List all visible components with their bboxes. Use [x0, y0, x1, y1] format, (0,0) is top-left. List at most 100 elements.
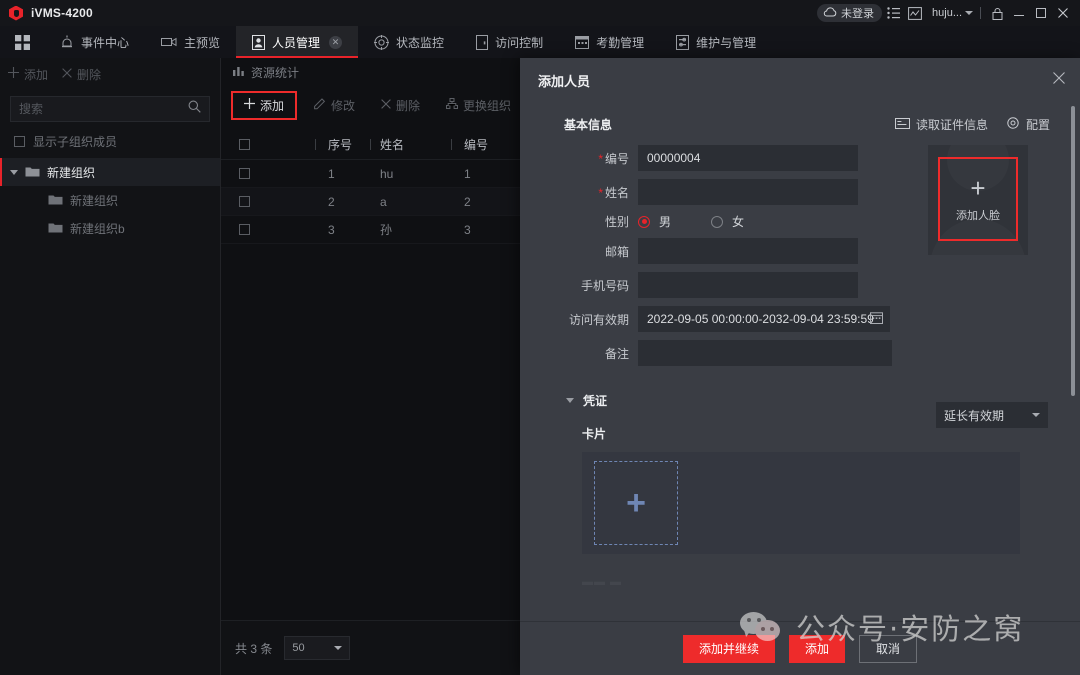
app-logo-icon	[9, 5, 23, 21]
person-delete-button[interactable]: 删除	[372, 92, 429, 119]
config-label: 配置	[1025, 118, 1050, 132]
row-select-cell[interactable]	[221, 196, 267, 207]
person-add-button[interactable]: 添加	[231, 90, 297, 120]
divider	[980, 7, 981, 19]
face-photo-box[interactable]: + 添加人脸	[928, 145, 1028, 255]
folder-icon	[48, 221, 63, 236]
pagination-bar: 共 3 条 50	[221, 620, 520, 675]
tab-event-center[interactable]: 事件中心	[44, 26, 145, 58]
name-input[interactable]	[638, 179, 858, 205]
app-grid-icon[interactable]	[0, 26, 44, 58]
tab-close-icon[interactable]: ✕	[329, 35, 343, 49]
show-sub-members-checkbox[interactable]	[14, 136, 25, 147]
resource-stat-button[interactable]: 资源统计	[221, 58, 520, 86]
user-menu[interactable]: huju...	[932, 7, 973, 19]
org-search-box[interactable]	[10, 96, 210, 122]
tab-access-control[interactable]: 访问控制	[460, 26, 559, 58]
calendar-icon[interactable]	[870, 311, 883, 329]
cell-seq: 3	[328, 222, 335, 237]
close-icon[interactable]	[1052, 71, 1066, 89]
tab-main-preview[interactable]: 主预览	[145, 26, 236, 58]
person-change-org-button[interactable]: 更换组织	[437, 92, 520, 119]
tab-label: 访问控制	[495, 35, 544, 50]
calendar-icon	[575, 35, 590, 49]
column-header-seq[interactable]: 序号	[316, 136, 370, 153]
minimize-icon[interactable]	[1008, 0, 1030, 26]
x-icon	[381, 98, 391, 112]
search-icon[interactable]	[188, 100, 201, 118]
login-status-button[interactable]: 未登录	[817, 4, 883, 22]
phone-input[interactable]	[638, 272, 858, 298]
row-select-cell[interactable]	[221, 168, 267, 179]
email-label: 邮箱	[604, 244, 629, 259]
note-input[interactable]	[638, 340, 892, 366]
row-select-cell[interactable]	[221, 224, 267, 235]
chart-icon[interactable]	[904, 0, 926, 26]
row-checkbox[interactable]	[238, 168, 250, 179]
close-icon[interactable]	[1052, 0, 1074, 26]
row-checkbox[interactable]	[238, 196, 250, 207]
name-label: * 姓名	[598, 185, 629, 200]
person-delete-label: 删除	[396, 98, 421, 113]
table-row[interactable]: 2 a 2	[221, 188, 520, 216]
page-size-select[interactable]: 50	[284, 636, 351, 660]
title-bar: iVMS-4200 未登录 huju...	[0, 0, 1080, 26]
valid-period-label: 访问有效期	[568, 312, 629, 327]
person-form: *编号 *姓名 性别 男 女	[520, 133, 1080, 428]
tree-node-label: 新建组织	[70, 193, 119, 208]
search-input[interactable]	[19, 102, 188, 116]
gender-male-radio[interactable]	[638, 215, 650, 228]
add-button[interactable]: 添加	[788, 634, 845, 663]
row-checkbox[interactable]	[238, 224, 250, 235]
tab-label: 状态监控	[396, 35, 445, 50]
person-edit-button[interactable]: 修改	[305, 92, 364, 119]
gender-female-label: 女	[732, 215, 745, 229]
tree-node-child-1[interactable]: 新建组织	[0, 186, 220, 214]
show-sub-members-row[interactable]: 显示子组织成员	[0, 122, 220, 158]
select-all-checkbox[interactable]	[238, 139, 250, 150]
id-card-icon	[894, 117, 910, 132]
extend-validity-select[interactable]: 延长有效期	[936, 402, 1048, 428]
basic-info-header: 基本信息 读取证件信息 配置	[520, 102, 1080, 133]
tab-person-management[interactable]: 人员管理 ✕	[236, 26, 359, 58]
chevron-down-icon	[1032, 413, 1040, 417]
tab-maintenance[interactable]: 维护与管理	[660, 26, 772, 58]
select-all-cell[interactable]	[221, 139, 267, 150]
chevron-down-icon[interactable]	[566, 398, 574, 403]
number-input[interactable]	[638, 145, 858, 171]
chevron-down-icon[interactable]	[10, 169, 18, 175]
table-row[interactable]: 3 孙 3	[221, 216, 520, 244]
tab-status-monitor[interactable]: 状态监控	[358, 26, 460, 58]
person-change-org-label: 更换组织	[463, 98, 512, 113]
org-add-button[interactable]: 添加	[8, 66, 48, 83]
tree-node-child-2[interactable]: 新建组织b	[0, 214, 220, 242]
tree-node-root[interactable]: 新建组织	[0, 158, 220, 186]
read-card-button[interactable]: 读取证件信息	[894, 116, 988, 133]
face-photo-column: + 添加人脸	[928, 145, 1040, 255]
config-button[interactable]: 配置	[1006, 116, 1050, 133]
tab-attendance[interactable]: 考勤管理	[559, 26, 660, 58]
email-input[interactable]	[638, 238, 858, 264]
list-icon[interactable]	[882, 0, 904, 26]
basic-info-title: 基本信息	[564, 118, 613, 132]
read-card-label: 读取证件信息	[915, 118, 988, 132]
plus-icon	[244, 98, 255, 112]
valid-period-input[interactable]	[638, 306, 890, 332]
cancel-button[interactable]: 取消	[859, 634, 918, 663]
org-delete-button[interactable]: 删除	[62, 66, 101, 83]
add-person-dialog: 添加人员 基本信息 读取证件信息 配置 * 编号 00000004 * 姓名 性…	[520, 58, 1080, 675]
table-row[interactable]: 1 hu 1	[221, 160, 520, 188]
app-title: iVMS-4200	[31, 6, 93, 20]
card-area: +	[582, 452, 1020, 554]
org-add-label: 添加	[24, 67, 49, 82]
gender-female-radio[interactable]	[711, 215, 724, 228]
lock-icon[interactable]	[986, 0, 1008, 26]
add-and-continue-button[interactable]: 添加并继续	[682, 634, 775, 663]
maximize-icon[interactable]	[1030, 0, 1052, 26]
gender-radio-group: 男 女	[638, 213, 744, 230]
column-header-num[interactable]: 编号	[452, 136, 512, 153]
cell-seq: 1	[328, 166, 335, 181]
add-card-button[interactable]: +	[594, 461, 678, 545]
add-face-button[interactable]: + 添加人脸	[938, 157, 1018, 241]
column-header-name[interactable]: 姓名	[371, 136, 451, 153]
